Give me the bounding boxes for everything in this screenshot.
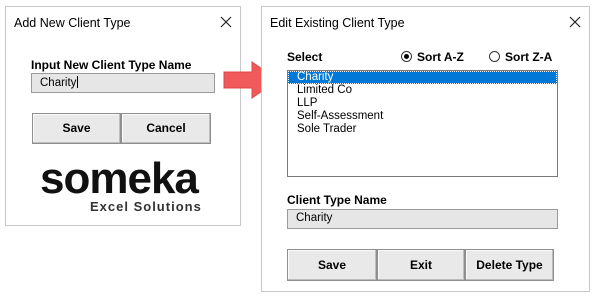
edit-client-type-dialog: Edit Existing Client Type Select Sort A-… — [261, 6, 590, 292]
exit-button[interactable]: Exit — [377, 249, 465, 281]
edit-save-button[interactable]: Save — [287, 249, 377, 281]
add-cancel-button[interactable]: Cancel — [121, 113, 211, 144]
client-type-name-input[interactable]: Charity — [287, 209, 558, 229]
new-client-type-input[interactable]: Charity — [31, 73, 215, 93]
close-icon[interactable] — [218, 14, 234, 30]
list-item[interactable]: LLP — [288, 97, 557, 110]
close-icon[interactable] — [567, 14, 583, 30]
add-dialog-title: Add New Client Type — [14, 16, 131, 30]
new-client-type-label: Input New Client Type Name — [31, 58, 192, 72]
list-item[interactable]: Self-Assessment — [288, 110, 557, 123]
add-save-button[interactable]: Save — [32, 113, 121, 144]
new-client-type-value: Charity — [40, 77, 77, 89]
radio-unchecked-icon — [489, 51, 500, 62]
logo-wordmark: someka — [40, 154, 199, 203]
sort-z-a-label: Sort Z-A — [505, 50, 553, 64]
add-client-type-dialog: Add New Client Type Input New Client Typ… — [5, 6, 241, 226]
list-item[interactable]: Sole Trader — [288, 123, 557, 136]
add-dialog-titlebar: Add New Client Type — [6, 7, 240, 39]
client-type-listbox[interactable]: Charity Limited Co LLP Self-Assessment S… — [287, 70, 558, 177]
delete-type-button[interactable]: Delete Type — [465, 249, 554, 281]
select-label: Select — [287, 50, 323, 64]
sort-a-z-label: Sort A-Z — [417, 50, 464, 64]
radio-checked-icon — [401, 51, 412, 62]
text-caret — [77, 76, 79, 88]
logo-tagline: Excel Solutions — [90, 199, 202, 214]
someka-logo: someka Excel Solutions — [40, 157, 210, 217]
list-item[interactable]: Limited Co — [288, 84, 557, 97]
edit-dialog-title: Edit Existing Client Type — [270, 16, 405, 30]
edit-dialog-titlebar: Edit Existing Client Type — [262, 7, 589, 39]
client-type-name-value: Charity — [296, 212, 333, 224]
list-item[interactable]: Charity — [288, 71, 557, 84]
client-type-name-label: Client Type Name — [287, 193, 387, 207]
